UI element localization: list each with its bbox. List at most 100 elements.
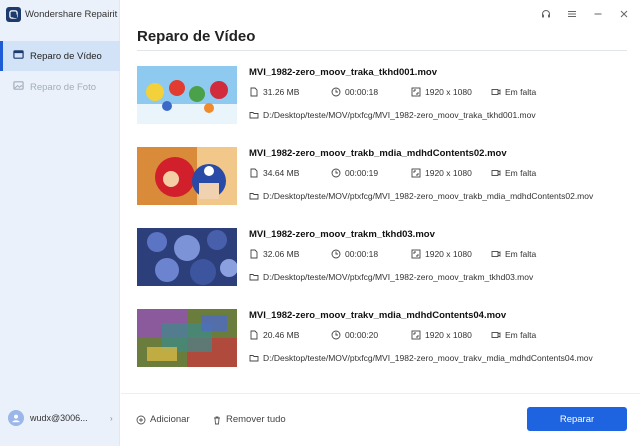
clock-icon [331, 87, 341, 97]
video-icon [491, 89, 501, 95]
file-duration-value: 00:00:18 [345, 87, 379, 97]
plus-circle-icon [136, 415, 146, 424]
photo-repair-icon [13, 80, 24, 94]
file-meta: 20.46 MB 00:00:20 1920 x 1080 Em falta [249, 330, 629, 342]
file-item[interactable]: MVI_1982-zero_moov_traka_tkhd001.mov 31.… [137, 66, 627, 128]
file-item[interactable]: MVI_1982-zero_moov_trakv_mdia_mdhdConten… [137, 309, 627, 371]
file-name: MVI_1982-zero_moov_traka_tkhd001.mov [249, 67, 437, 78]
file-size-value: 31.26 MB [263, 87, 300, 97]
file-resolution: 1920 x 1080 [411, 330, 472, 340]
minimize-icon[interactable] [592, 8, 604, 20]
file-duration-value: 00:00:20 [345, 330, 379, 340]
file-meta: 32.06 MB 00:00:18 1920 x 1080 Em falta [249, 249, 629, 261]
clock-icon [331, 168, 341, 178]
file-resolution-value: 1920 x 1080 [425, 168, 472, 178]
file-duration-value: 00:00:19 [345, 168, 379, 178]
file-status-value: Em falta [505, 249, 537, 259]
page-title: Reparo de Vídeo [137, 28, 256, 45]
video-thumbnail [137, 309, 237, 367]
video-icon [491, 251, 501, 257]
file-name: MVI_1982-zero_moov_trakm_tkhd03.mov [249, 229, 435, 240]
file-path: D:/Desktop/teste/MOV/ptxfcg/MVI_1982-zer… [249, 353, 593, 363]
resolution-icon [411, 168, 421, 178]
file-icon [250, 330, 258, 340]
file-duration: 00:00:18 [331, 249, 378, 259]
file-name: MVI_1982-zero_moov_trakb_mdia_mdhdConten… [249, 148, 507, 159]
file-size: 34.64 MB [249, 168, 299, 178]
video-icon [491, 332, 501, 338]
file-size: 32.06 MB [249, 249, 299, 259]
divider [121, 393, 640, 394]
file-status-value: Em falta [505, 87, 537, 97]
sidebar-item-label: Reparo de Foto [30, 81, 97, 93]
file-status: Em falta [491, 168, 536, 178]
file-path-value: D:/Desktop/teste/MOV/ptxfcg/MVI_1982-zer… [263, 353, 593, 363]
window-controls [540, 8, 630, 20]
close-icon[interactable] [618, 8, 630, 20]
file-meta: 34.64 MB 00:00:19 1920 x 1080 Em falta [249, 168, 629, 180]
file-item[interactable]: MVI_1982-zero_moov_trakm_tkhd03.mov 32.0… [137, 228, 627, 290]
file-resolution: 1920 x 1080 [411, 168, 472, 178]
file-name: MVI_1982-zero_moov_trakv_mdia_mdhdConten… [249, 310, 507, 321]
menu-icon[interactable] [566, 8, 578, 20]
user-name: wudx@3006... [30, 413, 88, 423]
sidebar: Wondershare Repairit Reparo de Vídeo Rep… [0, 0, 120, 446]
file-status: Em falta [491, 330, 536, 340]
file-meta: 31.26 MB 00:00:18 1920 x 1080 Em falta [249, 87, 629, 99]
file-duration: 00:00:20 [331, 330, 378, 340]
file-resolution: 1920 x 1080 [411, 87, 472, 97]
file-resolution: 1920 x 1080 [411, 249, 472, 259]
folder-icon [249, 193, 259, 200]
file-resolution-value: 1920 x 1080 [425, 87, 472, 97]
folder-icon [249, 355, 259, 362]
repairit-logo-icon [6, 7, 21, 22]
file-size-value: 34.64 MB [263, 168, 300, 178]
file-path: D:/Desktop/teste/MOV/ptxfcg/MVI_1982-zer… [249, 110, 536, 120]
app-window: Wondershare Repairit Reparo de Vídeo Rep… [0, 0, 640, 446]
sidebar-item-label: Reparo de Vídeo [30, 50, 102, 62]
remove-all-button-label: Remover tudo [226, 414, 286, 425]
divider [137, 50, 627, 51]
file-size: 20.46 MB [249, 330, 299, 340]
app-name: Wondershare Repairit [25, 9, 118, 20]
remove-all-button[interactable]: Remover tudo [212, 414, 286, 425]
file-path: D:/Desktop/teste/MOV/ptxfcg/MVI_1982-zer… [249, 191, 593, 201]
avatar [8, 410, 24, 426]
trash-icon [214, 416, 220, 424]
repair-button[interactable]: Reparar [527, 407, 627, 431]
file-size-value: 20.46 MB [263, 330, 300, 340]
resolution-icon [411, 87, 421, 97]
file-path: D:/Desktop/teste/MOV/ptxfcg/MVI_1982-zer… [249, 272, 533, 282]
resolution-icon [411, 249, 421, 259]
file-duration: 00:00:18 [331, 87, 378, 97]
video-thumbnail [137, 147, 237, 205]
sidebar-item-photo-repair[interactable]: Reparo de Foto [0, 72, 120, 102]
file-resolution-value: 1920 x 1080 [425, 249, 472, 259]
brand: Wondershare Repairit [6, 7, 117, 22]
file-path-value: D:/Desktop/teste/MOV/ptxfcg/MVI_1982-zer… [263, 110, 536, 120]
resolution-icon [411, 330, 421, 340]
file-size-value: 32.06 MB [263, 249, 300, 259]
video-thumbnail [137, 66, 237, 124]
file-status: Em falta [491, 249, 536, 259]
file-path-value: D:/Desktop/teste/MOV/ptxfcg/MVI_1982-zer… [263, 272, 534, 282]
file-duration-value: 00:00:18 [345, 249, 379, 259]
add-button-label: Adicionar [150, 414, 190, 425]
file-status-value: Em falta [505, 330, 537, 340]
clock-icon [331, 330, 341, 340]
clock-icon [331, 249, 341, 259]
video-repair-icon [13, 49, 24, 63]
file-status-value: Em falta [505, 168, 537, 178]
file-item[interactable]: MVI_1982-zero_moov_trakb_mdia_mdhdConten… [137, 147, 627, 209]
video-thumbnail [137, 228, 237, 286]
sidebar-item-video-repair[interactable]: Reparo de Vídeo [0, 41, 120, 71]
headset-icon[interactable] [540, 8, 552, 20]
file-icon [250, 168, 258, 178]
file-icon [250, 249, 258, 259]
user-account[interactable]: wudx@3006... [8, 410, 88, 426]
chevron-right-icon[interactable]: › [110, 414, 113, 423]
folder-icon [249, 274, 259, 281]
add-button[interactable]: Adicionar [136, 414, 190, 425]
file-duration: 00:00:19 [331, 168, 378, 178]
video-icon [491, 170, 501, 176]
